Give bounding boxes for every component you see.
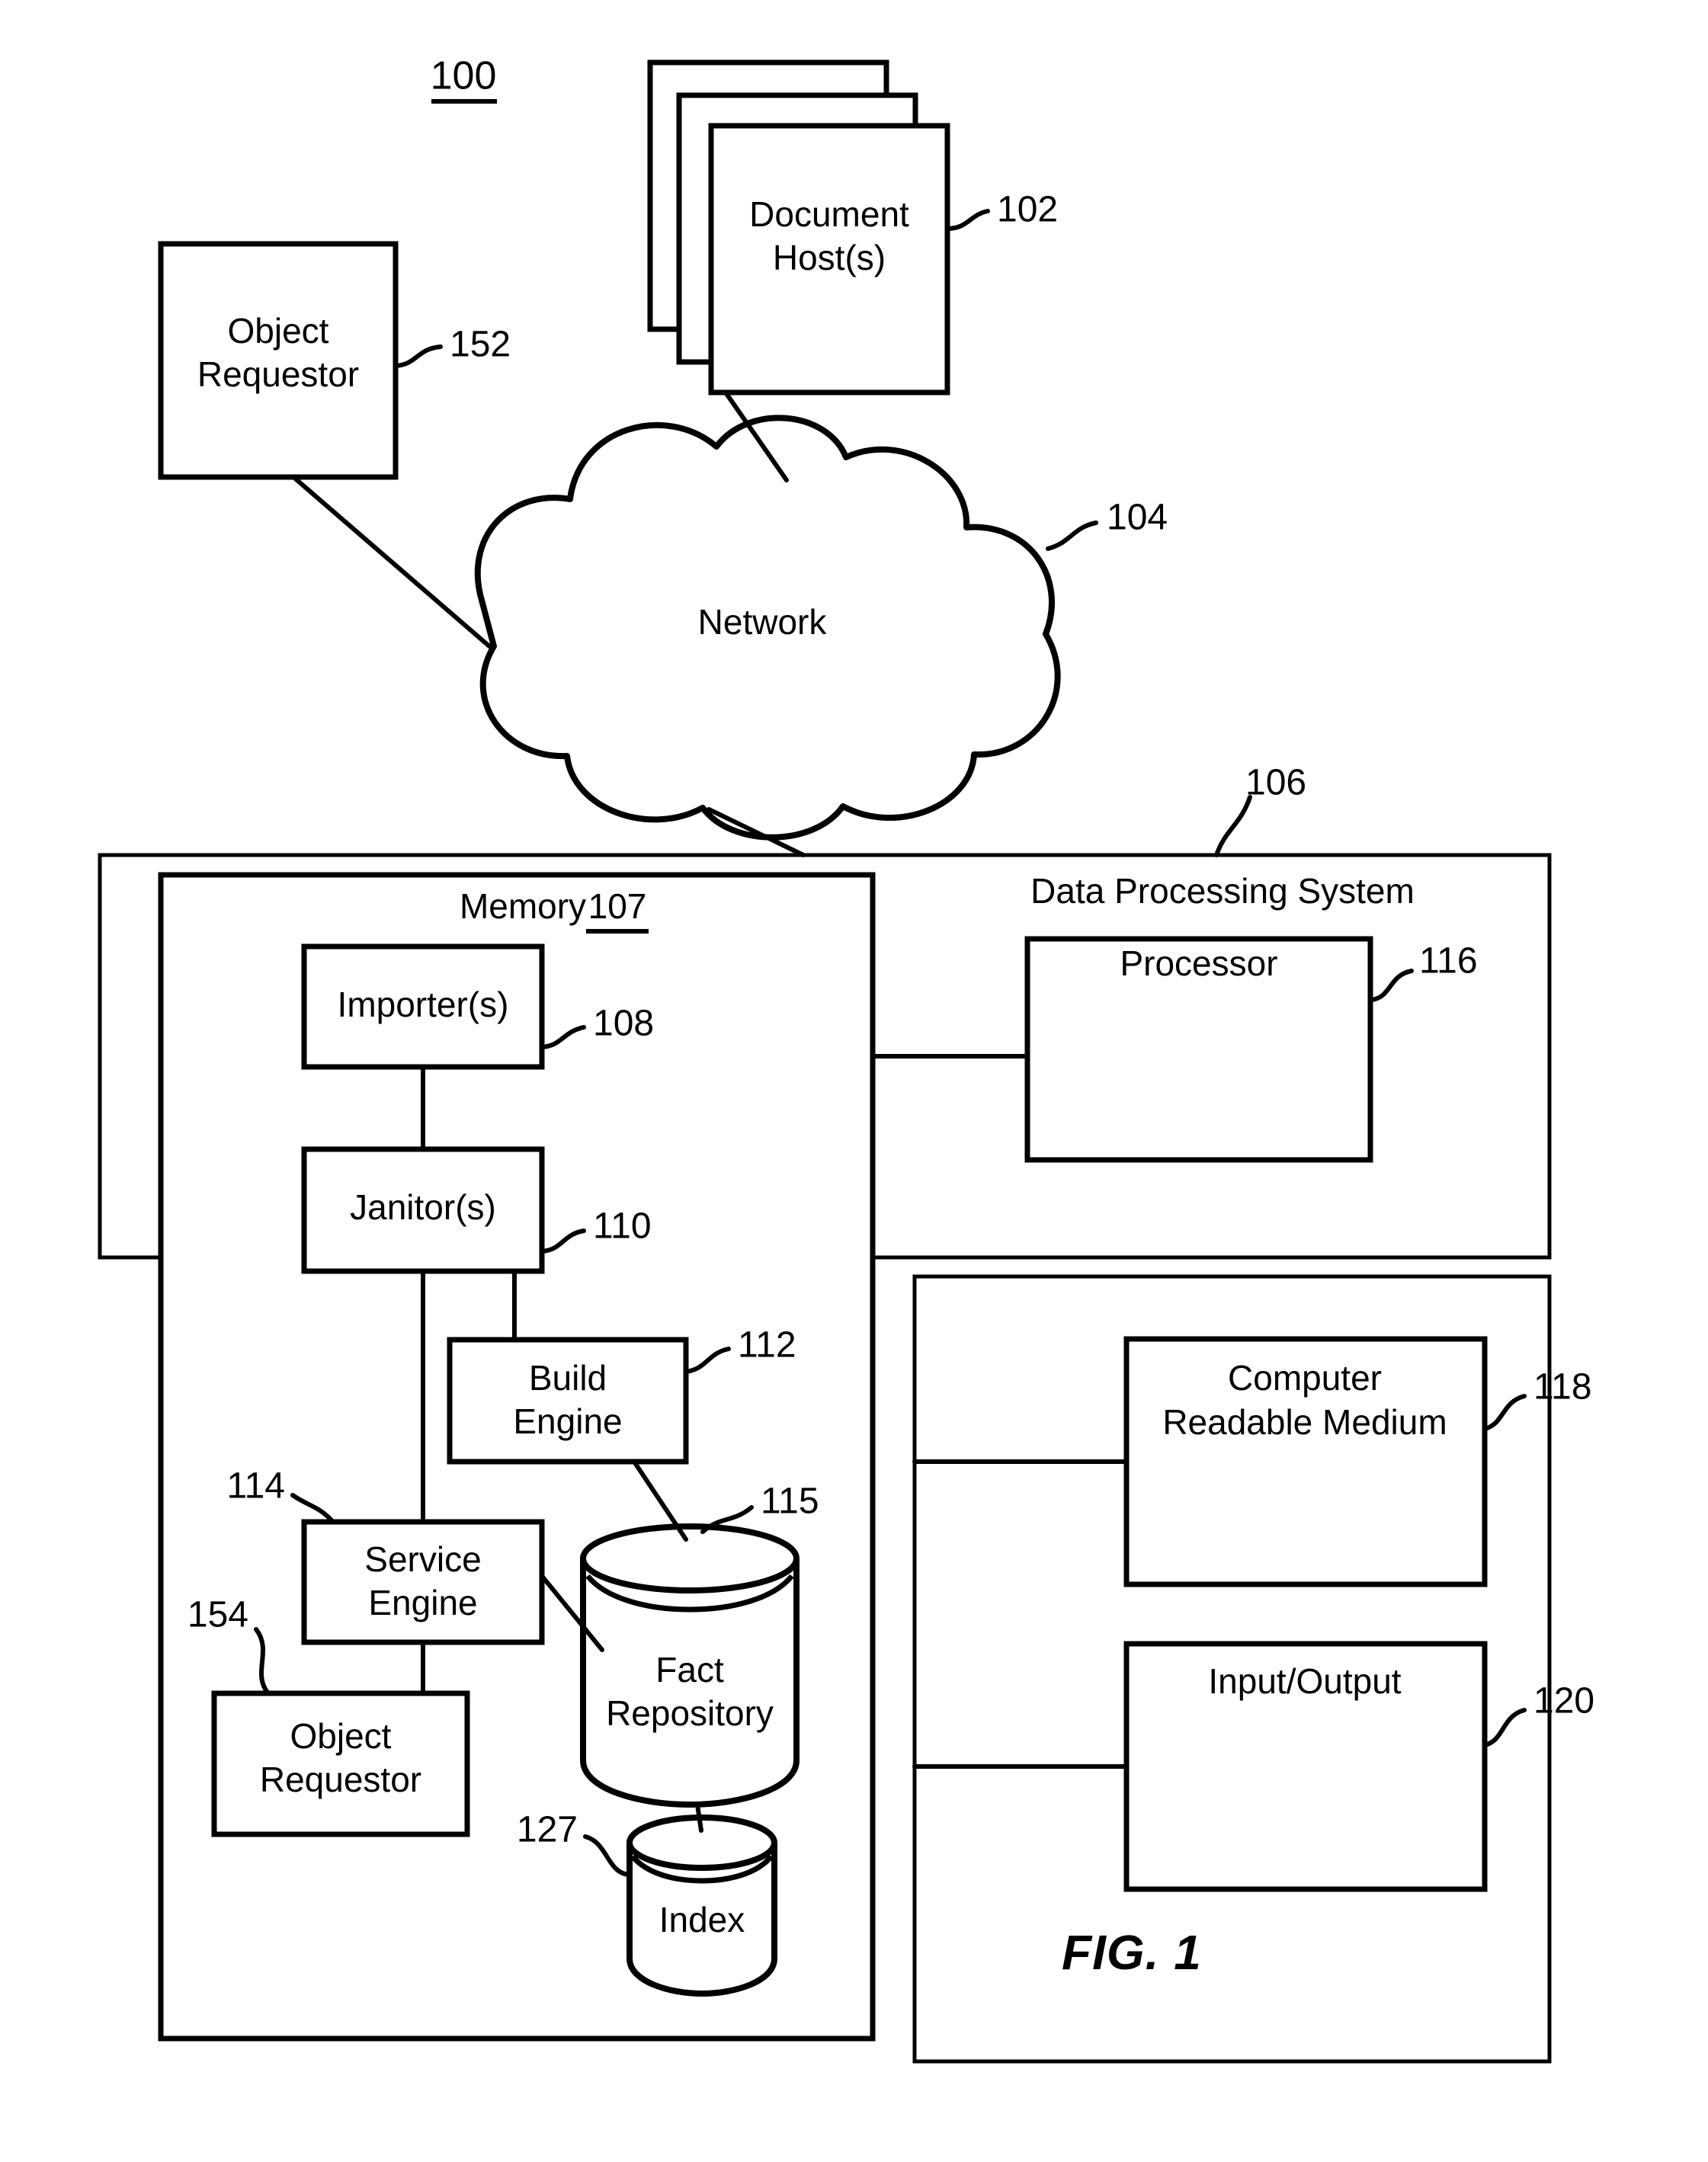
document-hosts-ref-number: 102 (997, 190, 1058, 230)
system-number-label: 100 (431, 54, 497, 98)
figure-caption: FIG. 1 (1062, 1925, 1202, 1980)
network-leader-line (1046, 520, 1098, 551)
input-output-group: Input/Output 120 (1123, 1641, 1594, 1892)
patent-figure-1: 100 Document Host(s) 102 Object Requesto… (0, 0, 1708, 2162)
object-requestor-internal-label-line1: Object (290, 1716, 392, 1756)
computer-readable-medium-group: Computer Readable Medium 118 (1123, 1336, 1592, 1587)
index-ref-number: 127 (517, 1810, 578, 1850)
build-engine-label-line1: Build (529, 1358, 607, 1398)
object-requestor-internal-label-line2: Requestor (260, 1760, 421, 1799)
fact-repository-label-line1: Fact (655, 1650, 724, 1690)
document-hosts-leader-line (945, 209, 990, 231)
janitors-label: Janitor(s) (350, 1187, 496, 1227)
service-engine-label-line2: Engine (368, 1583, 477, 1622)
data-processing-system-leader-line (1214, 795, 1252, 857)
computer-readable-medium-label-line2: Readable Medium (1162, 1402, 1447, 1442)
fact-repository-ref-number: 115 (761, 1481, 819, 1522)
janitors-ref-number: 110 (593, 1206, 652, 1247)
object-requestor-internal-ref-number: 154 (187, 1595, 248, 1635)
document-hosts-group: Document Host(s) 102 (647, 59, 1058, 396)
data-processing-system-ref-number: 106 (1245, 763, 1306, 803)
memory-ref-number: 107 (588, 886, 647, 926)
document-hosts-label-line2: Host(s) (773, 238, 886, 277)
importers-ref-number: 108 (593, 1004, 654, 1044)
network-ref-number: 104 (1107, 498, 1168, 538)
computer-readable-medium-ref-number: 118 (1533, 1367, 1592, 1408)
input-output-ref-number: 120 (1533, 1681, 1594, 1722)
service-engine-ref-number: 114 (226, 1466, 285, 1507)
build-engine-ref-number: 112 (738, 1325, 796, 1366)
processor-label: Processor (1120, 943, 1277, 983)
memory-label: Memory (460, 886, 586, 926)
object-requestor-external-group: Object Requestor 152 (158, 241, 511, 480)
network-label: Network (698, 602, 828, 642)
computer-readable-medium-label-line1: Computer (1228, 1358, 1382, 1398)
input-output-label: Input/Output (1208, 1661, 1401, 1701)
object-requestor-external-ref-number: 152 (450, 325, 511, 365)
data-processing-system-label: Data Processing System (1030, 871, 1415, 911)
fact-repository-cylinder-top (580, 1523, 800, 1593)
computer-readable-medium-leader-line (1482, 1394, 1527, 1431)
object-requestor-external-leader-line (393, 344, 443, 368)
index-label: Index (659, 1900, 745, 1939)
processor-group: Processor 116 (1024, 936, 1478, 1163)
object-requestor-external-label-line2: Requestor (197, 354, 359, 394)
object-requestor-external-label-line1: Object (228, 311, 329, 351)
document-hosts-label-line1: Document (749, 194, 909, 234)
service-engine-label-line1: Service (364, 1539, 481, 1579)
link-object-requestor-external-to-network (291, 475, 492, 649)
fact-repository-label-line2: Repository (606, 1693, 774, 1733)
build-engine-label-line2: Engine (513, 1401, 622, 1441)
importers-label: Importer(s) (338, 985, 509, 1024)
processor-ref-number: 116 (1419, 941, 1478, 982)
processor-leader-line (1370, 969, 1414, 1002)
figure-canvas: 100 Document Host(s) 102 Object Requesto… (98, 54, 1594, 2064)
system-reference-100: 100 (431, 54, 497, 104)
network-cloud-group: Network 104 (474, 415, 1168, 841)
input-output-leader-line (1482, 1708, 1527, 1747)
